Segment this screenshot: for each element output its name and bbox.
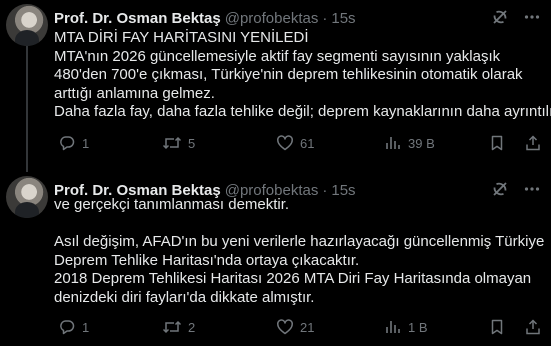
tweet[interactable]: Prof. Dr. Osman Bektaş @profobektas · 15… bbox=[0, 172, 551, 346]
tweet-text: MTA DİRİ FAY HARİTASINI YENİLEDİ MTA'nın… bbox=[54, 29, 551, 122]
reply-button[interactable]: 1 bbox=[58, 134, 89, 152]
tweet-text-line: Daha fazla fay, daha fazla tehlike değil… bbox=[54, 103, 551, 120]
bookmark-button[interactable] bbox=[488, 318, 506, 336]
views-icon bbox=[384, 318, 402, 336]
tweet-text-line: ve gerçekçi tanımlanması demektir. bbox=[54, 196, 290, 213]
bookmark-button[interactable] bbox=[488, 134, 506, 152]
like-icon bbox=[276, 318, 294, 336]
reply-icon bbox=[58, 318, 76, 336]
retweet-button[interactable]: 2 bbox=[162, 318, 195, 336]
tweet-text-line: arttığı anlamına gelmez. bbox=[54, 84, 215, 102]
retweet-button[interactable]: 5 bbox=[162, 134, 195, 152]
view-count: 1 B bbox=[408, 319, 428, 335]
tweet-text-line: Deprem Tehlike Haritası'nda ortaya çıkac… bbox=[54, 251, 360, 269]
like-icon bbox=[276, 134, 294, 152]
avatar[interactable] bbox=[6, 4, 48, 46]
author-handle[interactable]: @profobektas bbox=[225, 10, 319, 27]
grok-icon[interactable] bbox=[491, 8, 509, 26]
tweet-text-line: MTA DİRİ FAY HARİTASINI YENİLEDİ bbox=[54, 29, 309, 46]
like-button[interactable]: 61 bbox=[276, 134, 314, 152]
reply-count: 1 bbox=[82, 319, 90, 335]
views-icon bbox=[384, 134, 402, 152]
retweet-count: 5 bbox=[188, 135, 196, 151]
tweet-text-line: Asıl değişim, AFAD'ın bu yeni verilerle … bbox=[54, 233, 545, 250]
like-count: 61 bbox=[300, 135, 315, 151]
tweet[interactable]: Prof. Dr. Osman Bektaş @profobektas · 15… bbox=[0, 0, 551, 172]
share-icon bbox=[524, 134, 542, 152]
author-name[interactable]: Prof. Dr. Osman Bektaş bbox=[54, 10, 221, 27]
share-icon bbox=[524, 318, 542, 336]
reply-icon bbox=[58, 134, 76, 152]
retweet-count: 2 bbox=[188, 319, 196, 335]
tweet-text-line: MTA'nın 2026 güncellemesiyle aktif fay s… bbox=[54, 47, 501, 65]
like-button[interactable]: 21 bbox=[276, 318, 314, 336]
share-button[interactable] bbox=[524, 318, 542, 336]
tweet-text-line: 2018 Deprem Tehlikesi Haritası 2026 MTA … bbox=[54, 270, 532, 287]
view-count: 39 B bbox=[408, 135, 435, 151]
reply-button[interactable]: 1 bbox=[58, 318, 89, 336]
views-button[interactable]: 1 B bbox=[384, 318, 428, 336]
timestamp[interactable]: 15s bbox=[331, 10, 355, 27]
action-bar: 1 2 21 1 B bbox=[58, 318, 541, 338]
like-count: 21 bbox=[300, 319, 315, 335]
retweet-icon bbox=[162, 318, 182, 336]
bookmark-icon bbox=[488, 134, 506, 152]
separator-dot: · bbox=[322, 9, 328, 27]
action-bar: 1 5 61 39 B bbox=[58, 134, 541, 154]
more-icon[interactable] bbox=[523, 8, 541, 26]
share-button[interactable] bbox=[524, 134, 542, 152]
reply-count: 1 bbox=[82, 135, 90, 151]
tweet-text: ve gerçekçi tanımlanması demektir. Asıl … bbox=[54, 196, 545, 307]
tweet-text-line: denizdeki diri fayları'da dikkate almışt… bbox=[54, 288, 315, 306]
avatar[interactable] bbox=[6, 176, 48, 218]
views-button[interactable]: 39 B bbox=[384, 134, 435, 152]
bookmark-icon bbox=[488, 318, 506, 336]
tweet-header: Prof. Dr. Osman Bektaş @profobektas · 15… bbox=[54, 8, 541, 28]
retweet-icon bbox=[162, 134, 182, 152]
tweet-text-line: 480'den 700'e çıkması, Türkiye'nin depre… bbox=[54, 66, 523, 83]
header-icons bbox=[491, 8, 541, 26]
